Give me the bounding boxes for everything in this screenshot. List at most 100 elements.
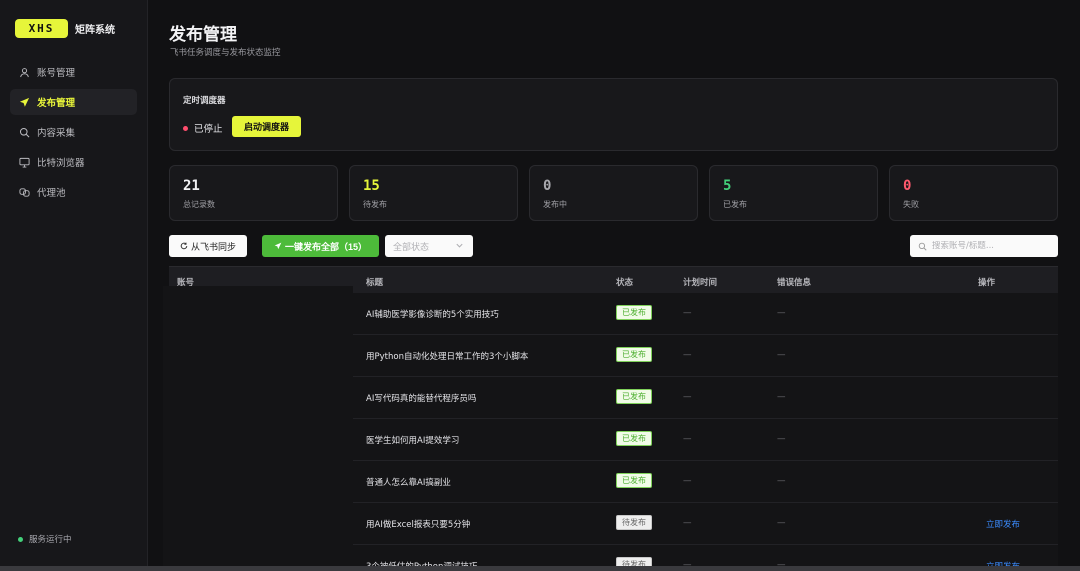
sidebar-item-proxy[interactable]: 代理池 <box>10 179 137 205</box>
account-column <box>163 286 353 571</box>
scheduler-panel: 定时调度器 已停止 启动调度器 <box>169 78 1058 151</box>
row-error: — <box>777 518 786 528</box>
stat-card-publishing: 0 发布中 <box>529 165 698 221</box>
sidebar-item-label: 比特浏览器 <box>37 158 85 169</box>
search-box[interactable] <box>910 235 1058 257</box>
search-input[interactable] <box>932 241 1052 251</box>
sidebar: XHS 矩阵系统 账号管理 发布管理 内容采集 比特浏览器 代理池 服务运行中 <box>0 0 148 571</box>
column-header-status: 状态 <box>616 278 634 288</box>
status-badge: 待发布 <box>616 515 652 530</box>
status-dot <box>183 125 188 131</box>
refresh-icon <box>180 242 188 250</box>
sidebar-item-accounts[interactable]: 账号管理 <box>10 59 137 85</box>
start-scheduler-button[interactable]: 启动调度器 <box>232 116 301 137</box>
sync-feishu-button[interactable]: 从飞书同步 <box>169 235 247 257</box>
publish-table: 账号 标题 状态 计划时间 错误信息 操作 AI辅助医学影像诊断的5个实用技巧 … <box>163 266 1058 571</box>
sidebar-item-label: 发布管理 <box>37 98 76 109</box>
page-title: 发布管理 <box>169 25 237 45</box>
status-badge: 已发布 <box>616 473 652 488</box>
row-schedule: — <box>683 308 692 318</box>
row-title: 医学生如何用AI提效学习 <box>366 436 460 446</box>
brand-logo: XHS <box>15 18 68 38</box>
status-dot <box>18 536 23 542</box>
sync-feishu-label: 从飞书同步 <box>190 241 236 252</box>
table-row: 用Python自动化处理日常工作的3个小脚本 已发布 — — <box>353 335 1058 377</box>
sidebar-item-label: 账号管理 <box>37 68 76 79</box>
page-subtitle: 飞书任务调度与发布状态监控 <box>170 48 281 58</box>
stats-row: 21 总记录数 15 待发布 0 发布中 5 已发布 0 失败 <box>169 165 1058 221</box>
row-title: AI辅助医学影像诊断的5个实用技巧 <box>366 310 499 320</box>
table-row: 用AI做Excel报表只要5分钟 待发布 — — 立即发布 <box>353 503 1058 545</box>
stat-value: 21 <box>183 178 200 194</box>
status-badge: 已发布 <box>616 431 652 446</box>
row-schedule: — <box>683 434 692 444</box>
table-row: AI辅助医学影像诊断的5个实用技巧 已发布 — — <box>353 293 1058 335</box>
status-badge: 已发布 <box>616 305 652 320</box>
row-schedule: — <box>683 476 692 486</box>
sidebar-nav: 账号管理 发布管理 内容采集 比特浏览器 代理池 <box>0 59 147 205</box>
sidebar-item-label: 内容采集 <box>37 128 76 139</box>
stat-card-published: 5 已发布 <box>709 165 878 221</box>
column-header-action: 操作 <box>978 278 996 288</box>
service-status: 服务运行中 <box>18 533 72 545</box>
status-badge: 已发布 <box>616 347 652 362</box>
monitor-icon <box>19 157 30 168</box>
publish-all-label: 一键发布全部（15） <box>284 241 367 252</box>
row-title: 用Python自动化处理日常工作的3个小脚本 <box>366 352 529 362</box>
toolbar: 从飞书同步 一键发布全部（15） 全部状态 <box>169 235 1058 257</box>
main-content: 发布管理 飞书任务调度与发布状态监控 定时调度器 已停止 启动调度器 21 总记… <box>148 0 1080 571</box>
row-error: — <box>777 350 786 360</box>
row-error: — <box>777 308 786 318</box>
table-row: 普通人怎么靠AI搞副业 已发布 — — <box>353 461 1058 503</box>
status-filter-select[interactable]: 全部状态 <box>385 235 473 257</box>
row-error: — <box>777 476 786 486</box>
search-icon <box>918 242 927 251</box>
stat-label: 失败 <box>903 200 919 209</box>
window-bottom-edge <box>0 566 1080 571</box>
row-error: — <box>777 392 786 402</box>
publish-all-button[interactable]: 一键发布全部（15） <box>262 235 379 257</box>
stat-value: 0 <box>903 178 912 194</box>
scheduler-status: 已停止 <box>183 121 223 135</box>
row-title: 用AI做Excel报表只要5分钟 <box>366 520 471 530</box>
status-badge: 已发布 <box>616 389 652 404</box>
stat-card-failed: 0 失败 <box>889 165 1058 221</box>
row-title: AI写代码真的能替代程序员吗 <box>366 394 477 404</box>
link-icon <box>19 187 30 198</box>
row-schedule: — <box>683 350 692 360</box>
user-icon <box>19 67 30 78</box>
row-title: 普通人怎么靠AI搞副业 <box>366 478 451 488</box>
sidebar-item-label: 代理池 <box>37 188 66 199</box>
stat-value: 0 <box>543 178 552 194</box>
stat-label: 发布中 <box>543 200 567 209</box>
search-icon <box>19 127 30 138</box>
stat-label: 总记录数 <box>183 200 215 209</box>
row-schedule: — <box>683 392 692 402</box>
chevron-down-icon <box>456 243 463 248</box>
sidebar-item-publish[interactable]: 发布管理 <box>10 89 137 115</box>
stat-card-pending: 15 待发布 <box>349 165 518 221</box>
app-window: XHS 矩阵系统 账号管理 发布管理 内容采集 比特浏览器 代理池 服务运行中 … <box>0 0 1080 571</box>
brand: XHS 矩阵系统 <box>0 0 147 42</box>
table-row: 医学生如何用AI提效学习 已发布 — — <box>353 419 1058 461</box>
status-filter-value: 全部状态 <box>393 242 430 253</box>
stat-card-total: 21 总记录数 <box>169 165 338 221</box>
service-status-label: 服务运行中 <box>29 535 72 545</box>
stat-label: 待发布 <box>363 200 387 209</box>
send-icon <box>19 97 30 108</box>
scheduler-status-label: 已停止 <box>194 124 223 135</box>
brand-name: 矩阵系统 <box>75 24 115 36</box>
stat-label: 已发布 <box>723 200 747 209</box>
sidebar-item-collect[interactable]: 内容采集 <box>10 119 137 145</box>
column-header-schedule: 计划时间 <box>683 278 718 288</box>
scheduler-title: 定时调度器 <box>183 96 226 106</box>
column-header-title: 标题 <box>366 278 384 288</box>
sidebar-item-browser[interactable]: 比特浏览器 <box>10 149 137 175</box>
publish-now-link[interactable]: 立即发布 <box>986 518 1020 530</box>
stat-value: 15 <box>363 178 380 194</box>
row-schedule: — <box>683 518 692 528</box>
column-header-error: 错误信息 <box>777 278 812 288</box>
stat-value: 5 <box>723 178 732 194</box>
table-row: AI写代码真的能替代程序员吗 已发布 — — <box>353 377 1058 419</box>
row-error: — <box>777 434 786 444</box>
